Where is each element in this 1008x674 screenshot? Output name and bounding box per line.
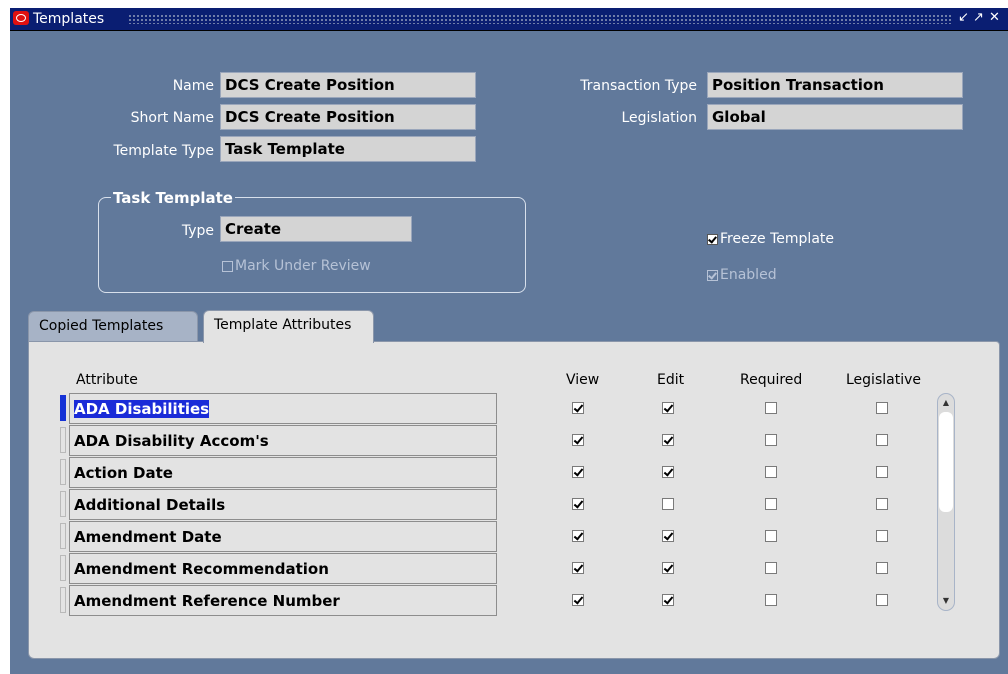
column-header-edit: Edit	[657, 372, 685, 388]
attribute-name: Action Date	[74, 464, 173, 482]
edit-checkbox[interactable]	[662, 594, 674, 606]
title-bar-grip	[128, 14, 953, 24]
edit-checkbox[interactable]	[662, 466, 674, 478]
tab-template-attributes[interactable]: Template Attributes	[203, 310, 374, 343]
edit-checkbox[interactable]	[662, 434, 674, 446]
attribute-name: Amendment Recommendation	[74, 560, 329, 578]
name-label: Name	[172, 78, 214, 94]
short-name-label: Short Name	[130, 110, 214, 126]
scroll-up-icon[interactable]: ▲	[941, 398, 951, 408]
row-selector[interactable]	[60, 427, 66, 453]
view-checkbox[interactable]	[572, 466, 584, 478]
scroll-down-icon[interactable]: ▼	[941, 596, 951, 606]
column-header-required: Required	[740, 372, 803, 388]
template-type-label: Template Type	[113, 143, 215, 159]
mark-under-review-checkbox[interactable]	[222, 261, 233, 272]
view-checkbox[interactable]	[572, 530, 584, 542]
window-title: Templates	[33, 11, 105, 27]
close-icon[interactable]: ✕	[989, 10, 1000, 25]
attribute-field[interactable]: Action Date	[69, 457, 497, 488]
attribute-field[interactable]: ADA Disability Accom's	[69, 425, 497, 456]
attribute-field[interactable]: ADA Disabilities	[69, 393, 497, 424]
column-header-view: View	[566, 372, 600, 388]
row-selector[interactable]	[60, 523, 66, 549]
row-selector[interactable]	[60, 587, 66, 613]
attribute-field[interactable]: Amendment Reference Number	[69, 585, 497, 616]
legislative-checkbox[interactable]	[876, 594, 888, 606]
mark-under-review-label: Mark Under Review	[235, 258, 371, 274]
attribute-name: ADA Disability Accom's	[74, 432, 269, 450]
row-selector[interactable]	[60, 459, 66, 485]
name-field[interactable]: DCS Create Position	[220, 72, 476, 98]
legislative-checkbox[interactable]	[876, 530, 888, 542]
attribute-field[interactable]: Amendment Recommendation	[69, 553, 497, 584]
transaction-type-label: Transaction Type	[580, 78, 697, 94]
maximize-icon[interactable]: ↗	[973, 10, 984, 25]
task-template-group	[98, 197, 526, 293]
legislative-checkbox[interactable]	[876, 402, 888, 414]
short-name-field[interactable]: DCS Create Position	[220, 104, 476, 130]
attribute-name: ADA Disabilities	[74, 400, 210, 418]
edit-checkbox[interactable]	[662, 530, 674, 542]
row-selector[interactable]	[60, 395, 66, 421]
required-checkbox[interactable]	[765, 594, 777, 606]
tab-copied-templates[interactable]: Copied Templates	[28, 311, 198, 341]
scrollbar-thumb[interactable]	[939, 412, 953, 512]
edit-checkbox[interactable]	[662, 402, 674, 414]
view-checkbox[interactable]	[572, 562, 584, 574]
attribute-name: Amendment Date	[74, 528, 222, 546]
legislative-checkbox[interactable]	[876, 466, 888, 478]
minimize-icon[interactable]: ↙	[958, 10, 969, 25]
freeze-template-checkbox[interactable]	[707, 234, 718, 245]
oracle-app-icon	[13, 11, 29, 25]
template-type-field[interactable]: Task Template	[220, 136, 476, 162]
freeze-template-label: Freeze Template	[720, 231, 835, 247]
task-template-group-title: Task Template	[111, 189, 235, 207]
legislative-checkbox[interactable]	[876, 498, 888, 510]
legislative-checkbox[interactable]	[876, 434, 888, 446]
legislation-field[interactable]: Global	[707, 104, 963, 130]
templates-window: Templates ↙ ↗ ✕ Name DCS Create Position…	[10, 8, 1008, 674]
transaction-type-field[interactable]: Position Transaction	[707, 72, 963, 98]
required-checkbox[interactable]	[765, 466, 777, 478]
title-bar[interactable]: Templates ↙ ↗ ✕	[10, 8, 1008, 31]
required-checkbox[interactable]	[765, 402, 777, 414]
column-header-legislative: Legislative	[846, 372, 921, 388]
attribute-field[interactable]: Amendment Date	[69, 521, 497, 552]
view-checkbox[interactable]	[572, 434, 584, 446]
row-selector[interactable]	[60, 555, 66, 581]
type-label: Type	[181, 223, 214, 239]
required-checkbox[interactable]	[765, 562, 777, 574]
view-checkbox[interactable]	[572, 402, 584, 414]
column-header-attribute: Attribute	[76, 372, 138, 388]
attribute-name: Additional Details	[74, 496, 226, 514]
vertical-scrollbar[interactable]: ▲ ▼	[937, 393, 955, 611]
attribute-name: Amendment Reference Number	[74, 592, 340, 610]
attribute-field[interactable]: Additional Details	[69, 489, 497, 520]
view-checkbox[interactable]	[572, 498, 584, 510]
type-field[interactable]: Create	[220, 216, 412, 242]
legislative-checkbox[interactable]	[876, 562, 888, 574]
required-checkbox[interactable]	[765, 530, 777, 542]
required-checkbox[interactable]	[765, 434, 777, 446]
enabled-label: Enabled	[720, 267, 777, 283]
edit-checkbox[interactable]	[662, 562, 674, 574]
required-checkbox[interactable]	[765, 498, 777, 510]
enabled-checkbox[interactable]	[707, 270, 718, 281]
view-checkbox[interactable]	[572, 594, 584, 606]
row-selector[interactable]	[60, 491, 66, 517]
legislation-label: Legislation	[621, 110, 697, 126]
edit-checkbox[interactable]	[662, 498, 674, 510]
